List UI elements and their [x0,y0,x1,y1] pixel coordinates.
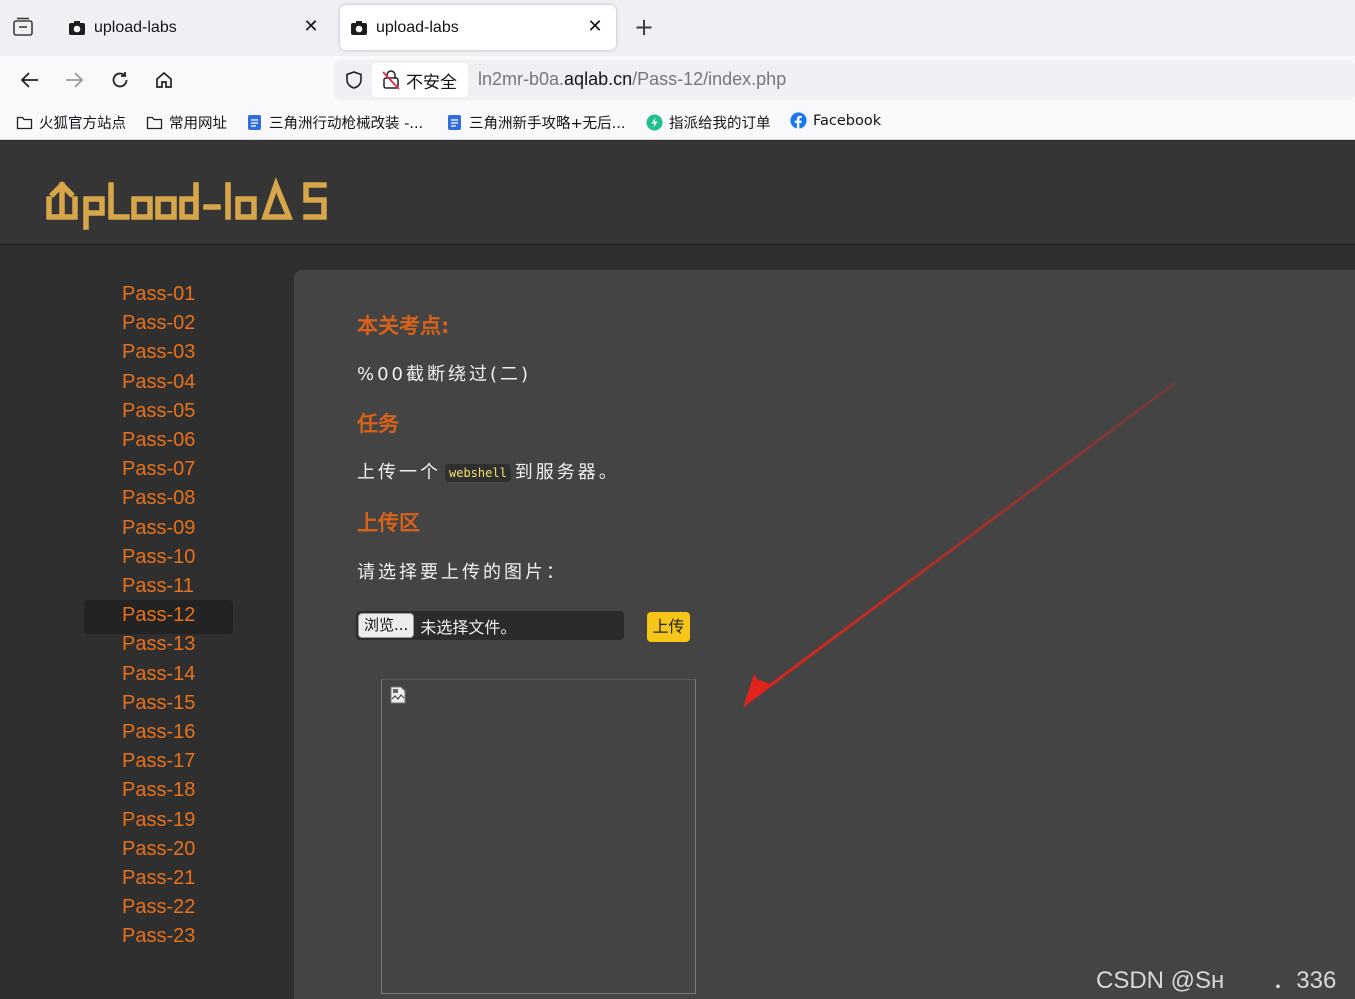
bookmark-label: 三角洲行动枪械改装 -... [269,116,424,132]
insecure-label: 不安全 [406,72,457,93]
key-points-text: %00截断绕过(二) [357,364,532,385]
section-title-upload: 上传区 [357,511,420,535]
home-icon [156,71,172,88]
url-domain: aqlab.cn [564,69,633,89]
folder-icon [146,116,163,130]
bookmark-label: 三角洲新手攻略+无后... [469,116,626,132]
main-content: 本关考点: %00截断绕过(二) 任务 上传一个 webshell 到服务器。 上传… [294,270,1355,999]
file-input[interactable]: 浏览... 未选择文件。 [356,611,624,640]
new-tab-button[interactable]: + [632,14,656,40]
shield-icon[interactable] [344,70,364,90]
pass-sidebar: Pass-01 Pass-02 Pass-03 Pass-04 Pass-05 Pass-… [0,246,294,999]
section-title-key-points: 本关考点: [357,314,450,338]
bookmark-link[interactable]: 指派给我的订单 [646,112,771,133]
doc-icon [448,115,461,130]
forward-button[interactable] [60,66,88,94]
csdn-watermark: CSDN @Sн ．336 [1096,967,1337,994]
bookmark-label: Facebook [813,112,882,129]
bookmarks-toolbar: 火狐官方站点 常用网址 三角洲行动枪械改装 -... 三角洲新手攻略+无后...… [0,104,1355,140]
address-bar[interactable]: 不安全 ln2mr-b0a.aqlab.cn/Pass-12/index.php [334,60,1355,100]
tab-list-icon[interactable] [12,17,34,37]
upload-labs-logo[interactable] [44,177,334,233]
task-text: 上传一个 webshell 到服务器。 [357,458,620,484]
url-subdomain: ln2mr-b0a. [478,69,565,89]
doc-icon [248,115,261,130]
close-tab-icon[interactable]: ✕ [584,16,606,38]
bookmark-label: 指派给我的订单 [669,116,771,132]
url-text[interactable]: ln2mr-b0a.aqlab.cn/Pass-12/index.php [478,69,786,90]
browser-tab-active[interactable]: upload-labs ✕ [340,5,616,50]
close-tab-icon[interactable]: ✕ [300,16,322,38]
bolt-icon [646,114,663,131]
home-button[interactable] [150,66,178,94]
reload-button[interactable] [106,66,134,94]
folder-icon [16,116,33,130]
navigation-bar: 不安全 ln2mr-b0a.aqlab.cn/Pass-12/index.php [0,56,1355,104]
insecure-lock-icon [382,70,400,90]
url-path: /Pass-12/index.php [632,69,787,89]
camera-favicon-icon [69,20,85,35]
task-code: webshell [445,464,511,482]
no-file-label: 未选择文件。 [420,617,517,637]
bookmark-link[interactable]: Facebook [790,112,881,129]
upload-button[interactable]: 上传 [647,612,690,642]
task-prefix: 上传一个 [357,462,441,483]
bookmark-label: 火狐官方站点 [39,116,126,132]
site-header [0,141,1355,245]
upload-prompt: 请选择要上传的图片： [357,562,567,583]
browse-button[interactable]: 浏览... [358,613,415,638]
task-suffix: 到服务器。 [514,462,620,483]
bookmark-link[interactable]: 三角洲新手攻略+无后... [446,112,625,133]
camera-favicon-icon [351,20,367,35]
tab-title: upload-labs [376,18,459,36]
forward-arrow-icon [66,72,84,88]
browser-tab[interactable]: upload-labs ✕ [58,5,332,50]
facebook-icon [790,112,807,129]
connection-insecure-indicator[interactable]: 不安全 [372,63,468,97]
bookmark-folder[interactable]: 常用网址 [146,112,227,133]
bookmark-link[interactable]: 三角洲行动枪械改装 -... [246,112,423,133]
reload-icon [112,72,128,88]
tab-title: upload-labs [94,18,177,36]
sidebar-item-pass-23[interactable]: Pass-23 [84,921,233,955]
bookmark-folder[interactable]: 火狐官方站点 [16,112,126,133]
back-arrow-icon [20,72,38,88]
tab-bar: upload-labs ✕ upload-labs ✕ + [0,0,1355,56]
broken-image-icon [390,686,406,704]
image-preview [381,679,696,994]
bookmark-label: 常用网址 [169,116,227,132]
back-button[interactable] [16,66,44,94]
section-title-task: 任务 [357,412,399,436]
